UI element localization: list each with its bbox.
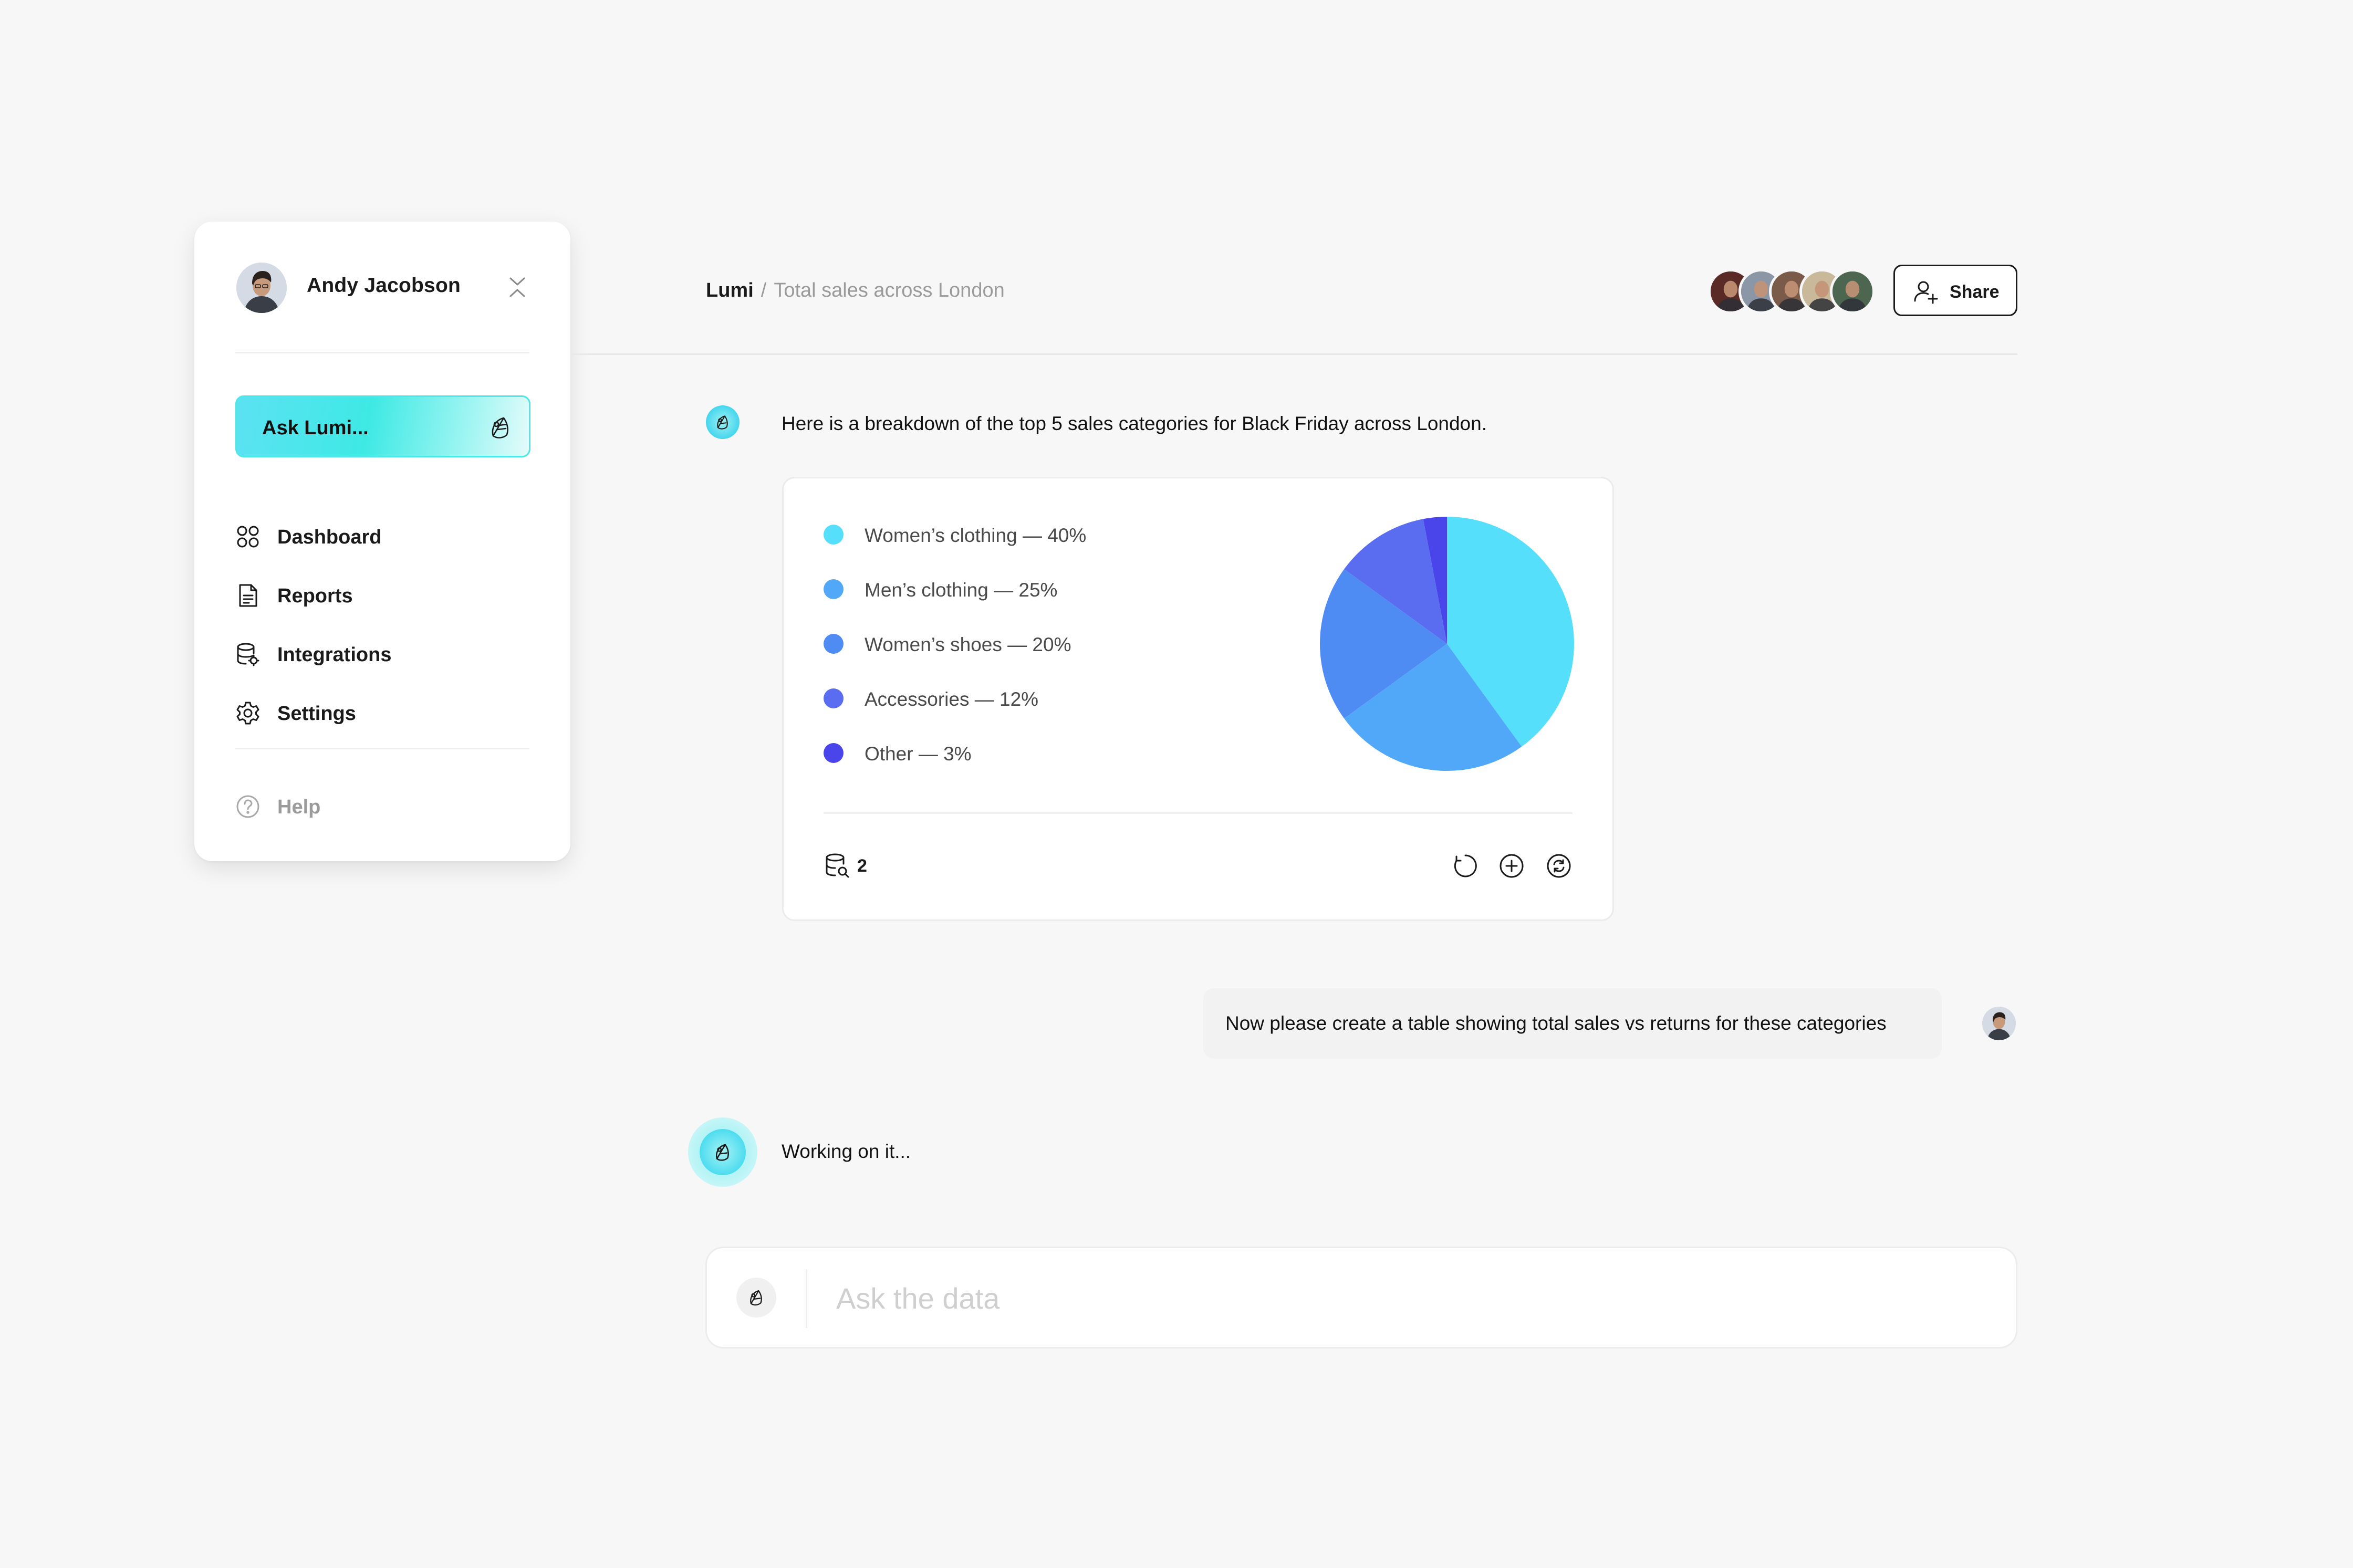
lumi-avatar xyxy=(706,405,740,439)
sidebar-item-reports[interactable]: Reports xyxy=(235,574,529,616)
lumi-logo-icon xyxy=(717,415,728,430)
user-avatar xyxy=(1982,1007,2016,1040)
breadcrumb: Lumi / Total sales across London xyxy=(706,279,1005,302)
ask-data-input[interactable] xyxy=(835,1278,1982,1319)
ask-lumi-label: Ask Lumi... xyxy=(262,417,369,439)
breadcrumb-root[interactable]: Lumi xyxy=(706,279,754,301)
legend-label: Other — 3% xyxy=(865,743,972,765)
grid-icon xyxy=(235,524,261,549)
help-icon xyxy=(235,794,261,819)
gear-icon xyxy=(235,701,261,726)
lumi-logo-icon xyxy=(486,413,515,442)
sidebar-item-label: Reports xyxy=(277,585,353,607)
collaborator-avatar[interactable] xyxy=(1830,269,1875,314)
refresh-icon[interactable] xyxy=(1452,852,1479,880)
add-circle-icon[interactable] xyxy=(1498,852,1525,880)
sidebar: Andy Jacobson Ask Lumi... Dashboard Repo… xyxy=(194,222,570,861)
lumi-logo-icon xyxy=(716,1144,729,1161)
pie-chart xyxy=(1320,517,1574,771)
sidebar-item-label: Integrations xyxy=(277,644,392,666)
breadcrumb-current: Total sales across London xyxy=(774,279,1005,301)
collapse-icon[interactable] xyxy=(505,274,529,300)
user-message: Now please create a table showing total … xyxy=(1225,1012,1887,1034)
sidebar-item-label: Settings xyxy=(277,703,356,725)
share-label: Share xyxy=(1950,282,2000,302)
legend-swatch xyxy=(824,743,844,763)
legend-label: Men’s clothing — 25% xyxy=(865,579,1058,601)
card-divider xyxy=(824,812,1573,814)
sidebar-item-dashboard[interactable]: Dashboard xyxy=(235,516,529,558)
bot-message: Here is a breakdown of the top 5 sales c… xyxy=(782,413,1487,434)
sidebar-item-label: Dashboard xyxy=(277,526,382,548)
legend-swatch xyxy=(824,525,844,545)
database-icon xyxy=(235,642,261,667)
document-icon xyxy=(235,583,261,608)
add-user-icon xyxy=(1913,279,1939,305)
data-sources-icon[interactable] xyxy=(824,852,851,880)
user-message-bubble: Now please create a table showing total … xyxy=(1203,988,1942,1059)
ask-data-bar xyxy=(705,1247,2017,1349)
sidebar-item-settings[interactable]: Settings xyxy=(235,692,529,734)
sidebar-item-label: Help xyxy=(277,796,321,818)
input-divider xyxy=(806,1269,807,1328)
data-sources-count: 2 xyxy=(857,856,867,876)
convert-icon[interactable] xyxy=(1545,852,1573,880)
share-button[interactable]: Share xyxy=(1893,265,2017,316)
legend-swatch xyxy=(824,579,844,599)
user-name: Andy Jacobson xyxy=(307,274,461,297)
legend-label: Accessories — 12% xyxy=(865,688,1039,710)
sidebar-item-help[interactable]: Help xyxy=(235,786,529,828)
sidebar-item-integrations[interactable]: Integrations xyxy=(235,633,529,675)
legend-swatch xyxy=(824,688,844,708)
lumi-logo-icon xyxy=(736,1278,776,1318)
legend-swatch xyxy=(824,634,844,654)
header-divider xyxy=(570,353,2017,355)
ask-lumi-button[interactable]: Ask Lumi... xyxy=(235,395,530,457)
sidebar-divider xyxy=(235,352,529,353)
legend-label: Women’s clothing — 40% xyxy=(865,525,1087,546)
lumi-working-indicator xyxy=(688,1117,757,1187)
working-status-text: Working on it... xyxy=(782,1141,911,1162)
legend-label: Women’s shoes — 20% xyxy=(865,634,1071,655)
chart-card: Women’s clothing — 40% Men’s clothing — … xyxy=(782,477,1614,921)
sidebar-divider xyxy=(235,748,529,749)
breadcrumb-separator: / xyxy=(761,279,767,301)
user-avatar[interactable] xyxy=(236,263,287,313)
